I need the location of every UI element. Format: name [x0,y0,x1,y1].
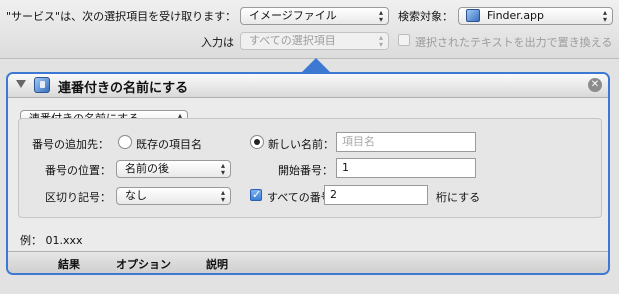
input-scope-popup[interactable]: すべての選択項目 ▴ ▾ [240,32,389,50]
new-name-field[interactable]: 項目名 [336,132,476,152]
separator-label: 区切り記号： [45,191,111,204]
digits-field[interactable]: 2 [324,185,428,205]
tab-options[interactable]: オプション [116,256,171,272]
updown-arrows-icon: ▴▾ [378,8,383,24]
input-is-label: 入力は [201,36,234,49]
disclosure-triangle-icon[interactable] [16,80,26,88]
separator-popup[interactable]: なし ▴ ▾ [116,187,231,205]
position-popup[interactable]: 名前の後 ▴ ▾ [116,160,231,178]
action-footer: 結果 オプション 説明 [8,251,608,273]
action-title: 連番付きの名前にする [58,81,189,96]
updown-arrows-icon: ▴▾ [220,161,225,177]
updown-arrows-icon: ▴▾ [220,188,225,204]
all-numbers-checkbox[interactable] [250,188,262,201]
position-label: 番号の位置： [45,164,111,177]
replace-text-label: 選択されたテキストを出力で置き換える [415,36,613,49]
add-number-to-label: 番号の追加先： [32,138,109,151]
digits-suffix-label: 桁にする [436,191,481,204]
rename-action-panel: 連番付きの名前にする ✕ 連番付きの名前にする ▴▾ 番号の追加先： 既存の項目… [6,72,610,275]
tab-results[interactable]: 結果 [58,256,80,272]
receives-label: "サービス"は、次の選択項目を受け取ります： [6,10,237,23]
input-type-popup[interactable]: イメージファイル ▴ ▾ [240,7,389,25]
replace-text-checkbox[interactable] [398,34,410,46]
finder-icon [34,77,50,93]
existing-name-radio[interactable] [118,135,132,149]
updown-arrows-icon: ▴▾ [602,8,607,24]
input-scope-value: すべての選択項目 [249,34,336,47]
service-settings-bar: "サービス"は、次の選択項目を受け取ります： イメージファイル ▴ ▾ 検索対象：… [0,0,619,59]
close-icon[interactable]: ✕ [588,78,602,92]
position-value: 名前の後 [125,162,169,175]
panel-pointer [302,58,330,72]
action-header: 連番付きの名前にする ✕ [8,74,608,98]
separator-value: なし [125,189,147,202]
input-type-value: イメージファイル [249,9,337,22]
start-number-field[interactable]: 1 [336,158,476,178]
tab-description[interactable]: 説明 [206,256,228,272]
start-number-label: 開始番号： [278,164,333,177]
finder-icon [466,9,480,22]
updown-arrows-icon: ▴▾ [378,33,383,49]
search-target-label: 検索対象： [398,10,453,23]
new-name-label: 新しい名前： [268,138,334,151]
new-name-radio[interactable] [250,135,264,149]
search-target-popup[interactable]: Finder.app ▴ ▾ [458,7,613,25]
example-text: 例： 01.xxx [20,234,83,247]
search-target-value: Finder.app [487,9,545,22]
existing-name-label: 既存の項目名 [136,138,202,151]
